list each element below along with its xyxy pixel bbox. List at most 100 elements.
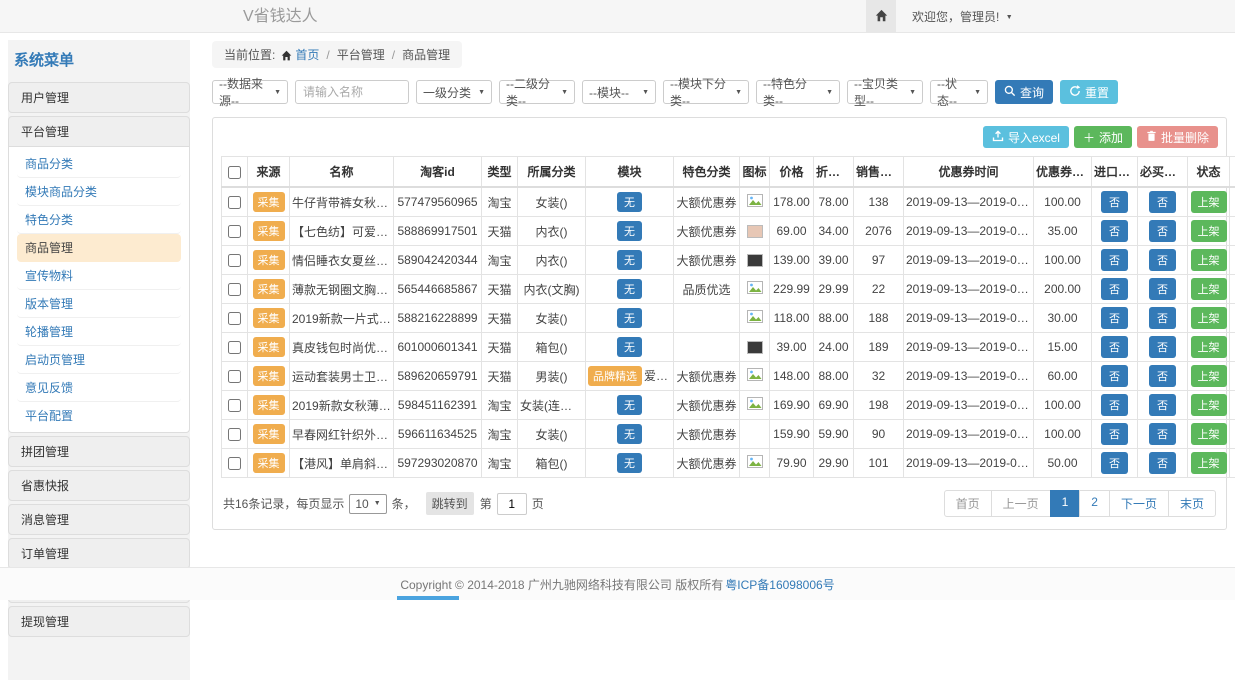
sidebar-item[interactable]: 商品管理: [17, 234, 181, 262]
pagination-item[interactable]: 2: [1079, 490, 1110, 517]
select-all-checkbox[interactable]: [228, 166, 241, 179]
item-type-select[interactable]: --宝贝类型--▼: [847, 80, 923, 104]
must-buy-button[interactable]: 否: [1149, 249, 1176, 271]
import-choice-button[interactable]: 否: [1101, 249, 1128, 271]
must-buy-button[interactable]: 否: [1149, 452, 1176, 474]
sidebar-item[interactable]: 模块商品分类: [17, 178, 181, 206]
pagination-item[interactable]: 首页: [944, 490, 992, 517]
import-choice-button[interactable]: 否: [1101, 220, 1128, 242]
sidebar-item[interactable]: 版本管理: [17, 290, 181, 318]
pagination-item[interactable]: 1: [1050, 490, 1081, 517]
sidebar-item[interactable]: 宣传物料: [17, 262, 181, 290]
status-button[interactable]: 上架: [1191, 249, 1227, 271]
breadcrumb: 当前位置:首页/平台管理/商品管理: [212, 41, 462, 68]
row-checkbox[interactable]: [228, 312, 241, 325]
add-button[interactable]: ＋ 添加: [1074, 126, 1132, 148]
row-checkbox[interactable]: [228, 341, 241, 354]
must-buy-button[interactable]: 否: [1149, 394, 1176, 416]
sidebar-group-header[interactable]: 提现管理: [8, 606, 190, 637]
type-cell: 淘宝: [482, 449, 518, 478]
icp-link[interactable]: 粤ICP备16098006号: [725, 576, 834, 593]
name-input[interactable]: [295, 80, 409, 104]
operations-cell: [1230, 362, 1235, 391]
must-buy-button[interactable]: 否: [1149, 278, 1176, 300]
broken-image-icon: [747, 370, 763, 384]
pagination-item[interactable]: 上一页: [991, 490, 1051, 517]
sidebar-group-header[interactable]: 省惠快报: [8, 470, 190, 501]
sidebar-group-header[interactable]: 平台管理: [8, 116, 190, 147]
import-choice-button[interactable]: 否: [1101, 191, 1128, 213]
import-choice-button[interactable]: 否: [1101, 278, 1128, 300]
column-header: 所属分类: [518, 157, 586, 188]
breadcrumb-home-link[interactable]: 首页: [295, 48, 319, 62]
search-button[interactable]: 查询: [995, 80, 1053, 104]
status-button[interactable]: 上架: [1191, 191, 1227, 213]
jump-button[interactable]: 跳转到: [426, 492, 474, 515]
status-button[interactable]: 上架: [1191, 278, 1227, 300]
status-button[interactable]: 上架: [1191, 307, 1227, 329]
sidebar-group-header[interactable]: 用户管理: [8, 82, 190, 113]
select-value: --模块--: [589, 84, 629, 101]
status-button[interactable]: 上架: [1191, 220, 1227, 242]
feature-category-select[interactable]: --特色分类--▼: [756, 80, 840, 104]
row-checkbox[interactable]: [228, 254, 241, 267]
sidebar-item[interactable]: 启动页管理: [17, 346, 181, 374]
status-button[interactable]: 上架: [1191, 452, 1227, 474]
sidebar-item[interactable]: 轮播管理: [17, 318, 181, 346]
row-checkbox[interactable]: [228, 283, 241, 296]
pagination-item[interactable]: 末页: [1168, 490, 1216, 517]
reset-button[interactable]: 重置: [1060, 80, 1118, 104]
module-select[interactable]: --模块--▼: [582, 80, 656, 104]
data-source-select[interactable]: --数据来源--▼: [212, 80, 288, 104]
coupon-time-cell: 2019-09-13—2019-09-17: [904, 187, 1034, 217]
batch-delete-button[interactable]: 批量删除: [1137, 126, 1218, 148]
status-button[interactable]: 上架: [1191, 336, 1227, 358]
sidebar-group-header[interactable]: 订单管理: [8, 538, 190, 569]
import-choice-button[interactable]: 否: [1101, 423, 1128, 445]
row-checkbox[interactable]: [228, 370, 241, 383]
home-button[interactable]: [866, 0, 896, 33]
price-cell: 178.00: [770, 187, 814, 217]
must-buy-button[interactable]: 否: [1149, 336, 1176, 358]
status-select[interactable]: --状态--▼: [930, 80, 988, 104]
import-excel-button[interactable]: 导入excel: [983, 126, 1069, 148]
row-checkbox[interactable]: [228, 196, 241, 209]
import-choice-button[interactable]: 否: [1101, 336, 1128, 358]
level2-category-select[interactable]: --二级分类--▼: [499, 80, 575, 104]
sidebar-item[interactable]: 特色分类: [17, 206, 181, 234]
must-buy-button[interactable]: 否: [1149, 365, 1176, 387]
import-choice-button[interactable]: 否: [1101, 394, 1128, 416]
must-buy-button[interactable]: 否: [1149, 423, 1176, 445]
must-buy-button[interactable]: 否: [1149, 191, 1176, 213]
sidebar-item[interactable]: 意见反馈: [17, 374, 181, 402]
module-sub-category-select[interactable]: --模块下分类--▼: [663, 80, 749, 104]
import-choice-cell: 否: [1092, 420, 1138, 449]
status-cell: 上架: [1188, 217, 1230, 246]
sidebar-group-header[interactable]: 消息管理: [8, 504, 190, 535]
status-button[interactable]: 上架: [1191, 365, 1227, 387]
sidebar-group-header[interactable]: 拼团管理: [8, 436, 190, 467]
row-checkbox[interactable]: [228, 399, 241, 412]
must-buy-button[interactable]: 否: [1149, 220, 1176, 242]
import-choice-button[interactable]: 否: [1101, 452, 1128, 474]
jump-page-input[interactable]: [497, 493, 527, 515]
feature-cell: 大额优惠券: [674, 362, 740, 391]
sidebar-item[interactable]: 平台配置: [17, 402, 181, 429]
select-value: --特色分类--: [763, 75, 822, 109]
must-buy-button[interactable]: 否: [1149, 307, 1176, 329]
import-choice-button[interactable]: 否: [1101, 307, 1128, 329]
user-menu[interactable]: 欢迎您，管理员! ▼: [912, 8, 1013, 25]
operations-cell: [1230, 217, 1235, 246]
coupon-amount-cell: 200.00: [1034, 275, 1092, 304]
status-button[interactable]: 上架: [1191, 394, 1227, 416]
pagination-item[interactable]: 下一页: [1109, 490, 1169, 517]
row-checkbox[interactable]: [228, 225, 241, 238]
source-cell: 采集: [248, 391, 290, 420]
page-size-select[interactable]: 10 ▼: [349, 494, 386, 514]
row-checkbox[interactable]: [228, 428, 241, 441]
level1-category-select[interactable]: 一级分类▼: [416, 80, 492, 104]
status-button[interactable]: 上架: [1191, 423, 1227, 445]
sidebar-item[interactable]: 商品分类: [17, 150, 181, 178]
row-checkbox[interactable]: [228, 457, 241, 470]
import-choice-button[interactable]: 否: [1101, 365, 1128, 387]
